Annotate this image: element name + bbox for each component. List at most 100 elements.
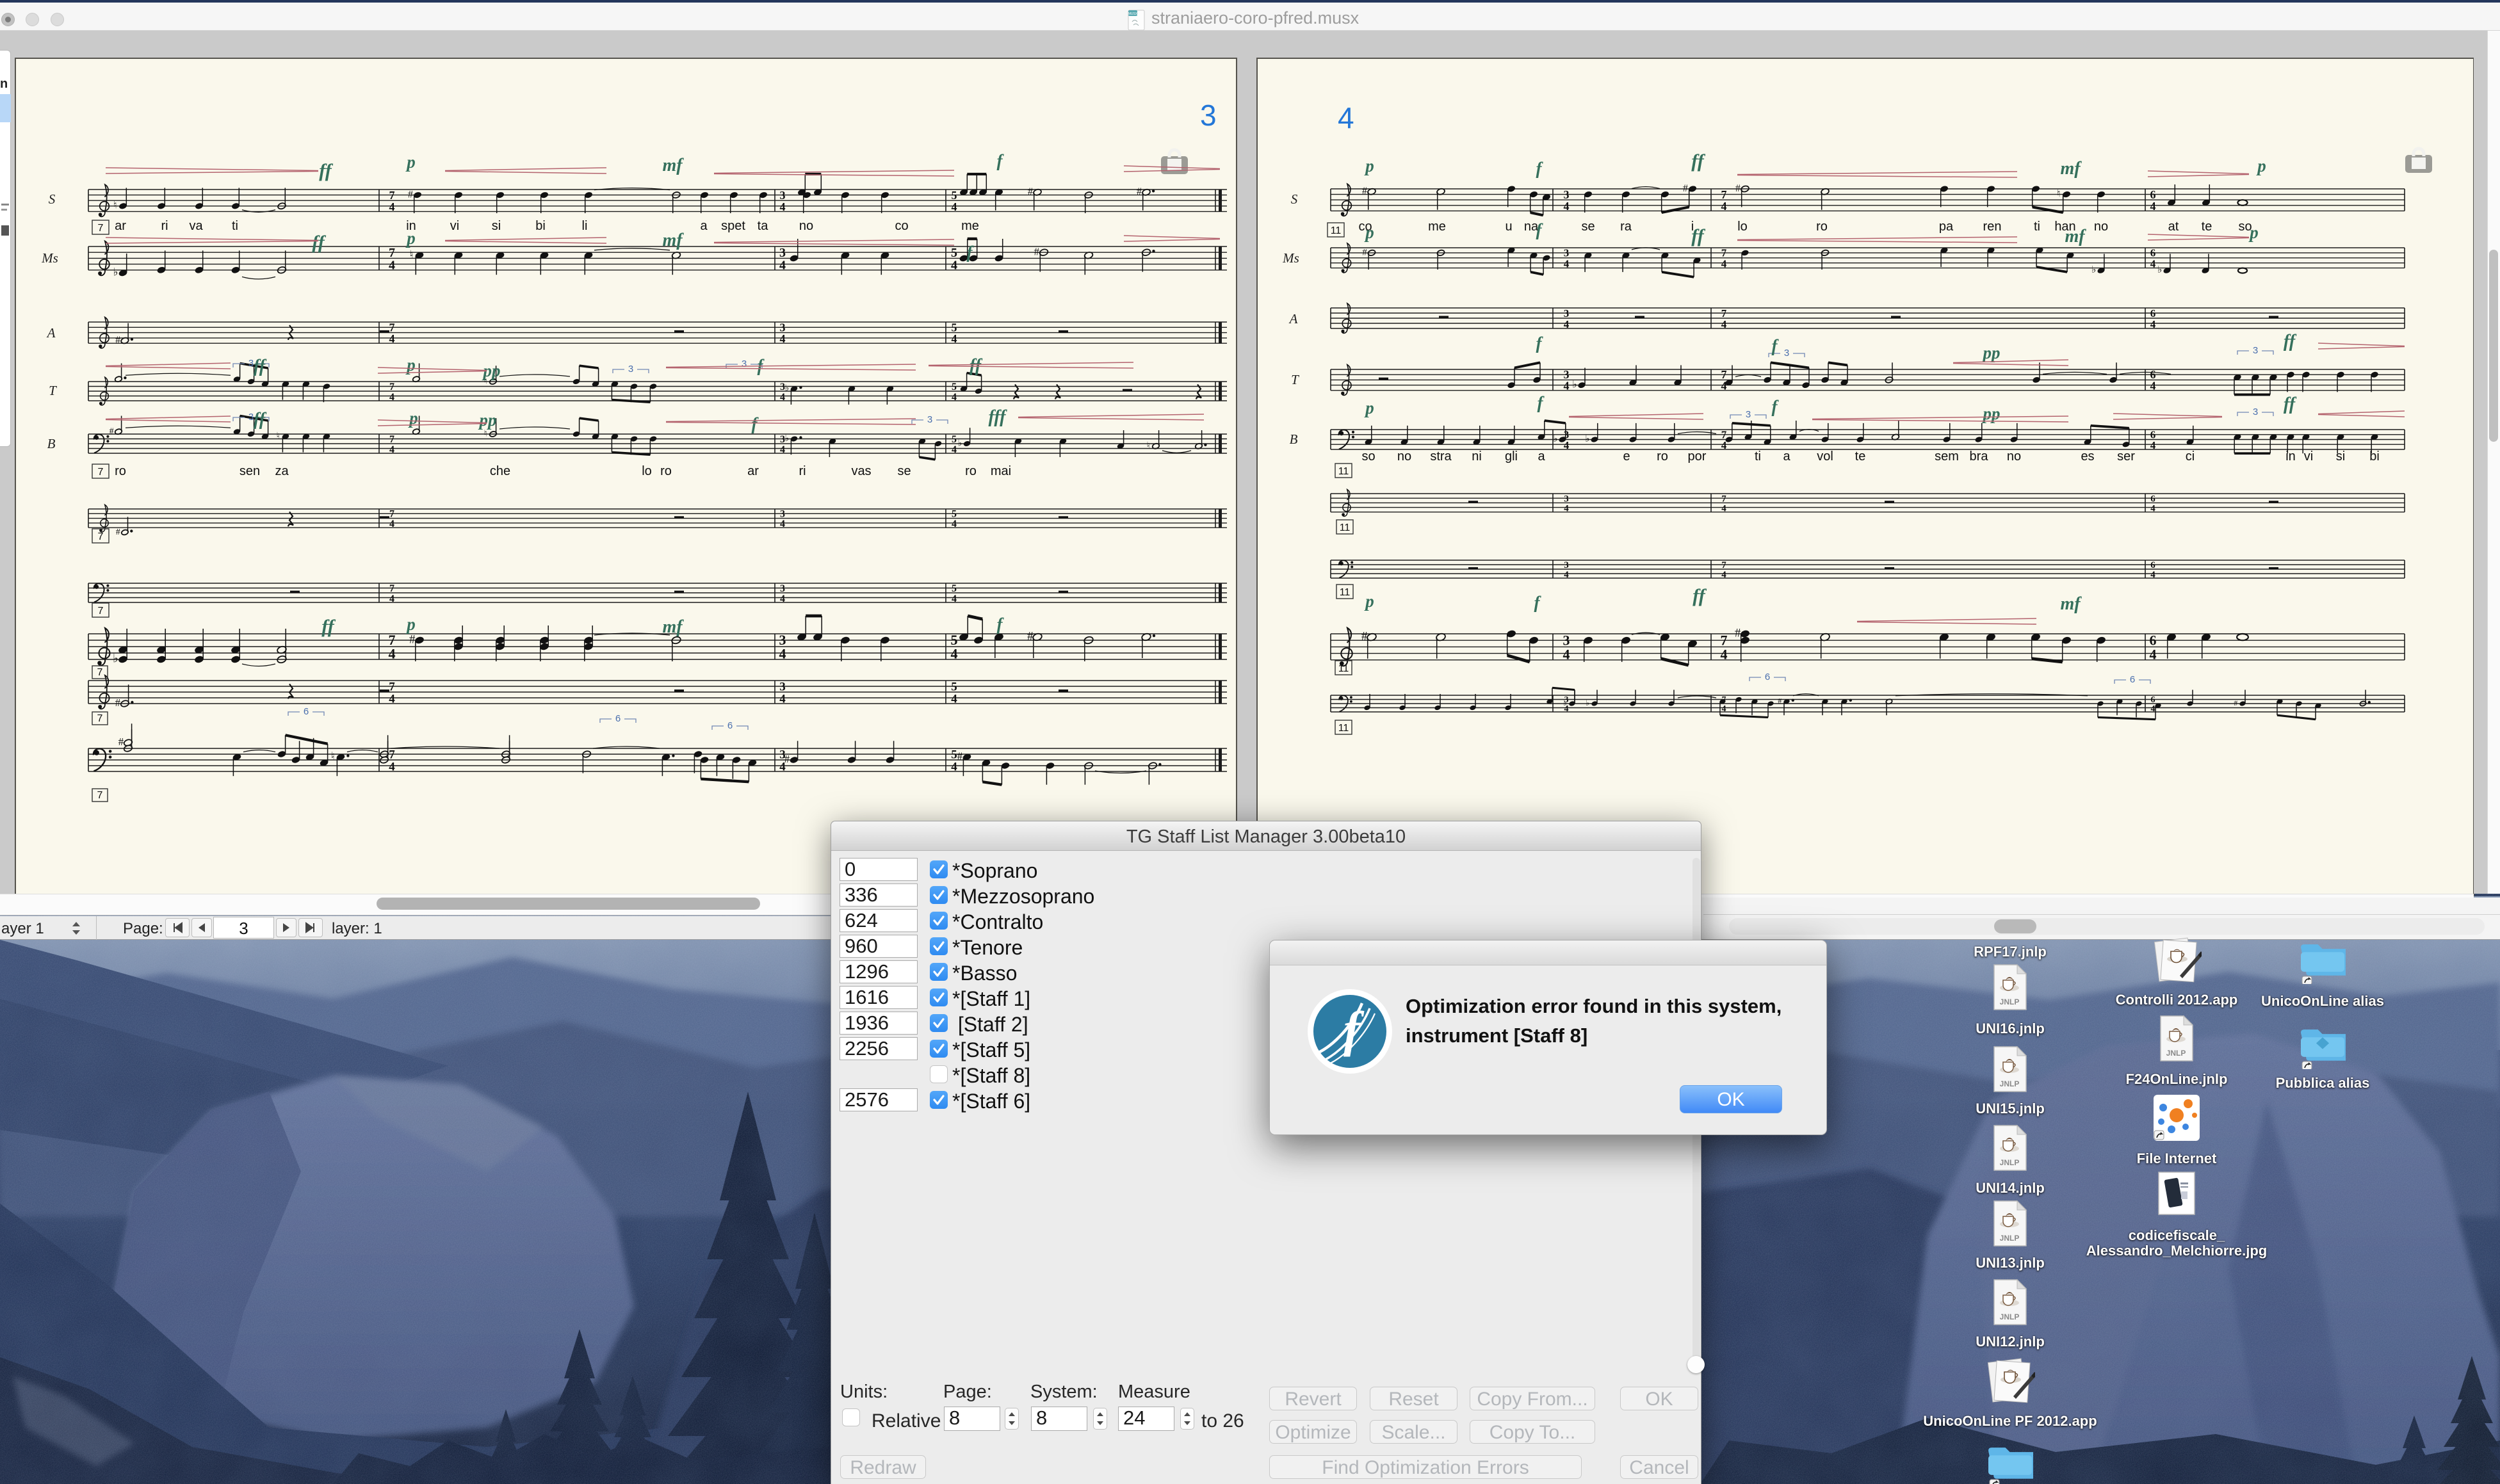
svg-text:ro: ro — [115, 464, 126, 478]
svg-text:♭: ♭ — [958, 439, 962, 448]
svg-text:p: p — [405, 615, 416, 634]
svg-text:4: 4 — [389, 332, 395, 345]
svg-text:11: 11 — [1338, 466, 1349, 477]
svg-text:3: 3 — [780, 189, 786, 202]
svg-text:ri: ri — [161, 219, 168, 233]
svg-text:4: 4 — [951, 761, 957, 774]
svg-text:6: 6 — [1765, 672, 1770, 682]
svg-text:e: e — [1623, 449, 1630, 464]
svg-text:se: se — [897, 464, 911, 478]
svg-text:4: 4 — [1563, 646, 1570, 662]
svg-text:te: te — [1855, 449, 1866, 464]
svg-text:4: 4 — [952, 593, 957, 604]
svg-text:p: p — [405, 152, 416, 172]
svg-text:li: li — [582, 219, 588, 233]
svg-text:co: co — [895, 219, 908, 233]
svg-text:ff: ff — [2284, 332, 2297, 351]
svg-text:vi: vi — [450, 219, 459, 233]
svg-text:4: 4 — [389, 519, 394, 529]
svg-text:6: 6 — [615, 713, 621, 724]
svg-text:p: p — [2256, 156, 2266, 175]
svg-text:♮: ♮ — [1147, 441, 1150, 451]
svg-text:pp: pp — [1982, 343, 2001, 362]
svg-text:mf: mf — [662, 156, 684, 175]
svg-text:stra: stra — [1430, 449, 1452, 464]
svg-text:7: 7 — [97, 790, 103, 801]
svg-text:4: 4 — [780, 332, 786, 345]
svg-text:11: 11 — [1340, 587, 1351, 598]
svg-text:4: 4 — [951, 693, 957, 706]
svg-text:#: # — [1362, 248, 1367, 258]
svg-text:#: # — [2234, 698, 2237, 707]
svg-text:5: 5 — [952, 434, 957, 445]
svg-text:4: 4 — [2151, 704, 2155, 714]
svg-text:♭: ♭ — [1553, 434, 1557, 444]
svg-text:#: # — [115, 335, 120, 346]
svg-text:pp: pp — [478, 410, 497, 430]
svg-text:che: che — [490, 464, 510, 478]
svg-text:7: 7 — [1721, 188, 1727, 201]
svg-text:mf: mf — [662, 230, 684, 250]
svg-text:#: # — [1778, 697, 1782, 706]
svg-text:p: p — [1364, 398, 1374, 417]
svg-text:va: va — [189, 219, 203, 233]
svg-text:4: 4 — [1721, 570, 1726, 580]
svg-text:vas: vas — [851, 464, 871, 478]
svg-text:4: 4 — [952, 519, 957, 529]
svg-text:ff: ff — [254, 357, 267, 376]
svg-text:7: 7 — [389, 509, 394, 520]
svg-text:no: no — [799, 219, 813, 233]
svg-text:3: 3 — [2253, 345, 2258, 356]
svg-text:7: 7 — [1721, 494, 1726, 504]
svg-text:ff: ff — [1691, 150, 1705, 172]
svg-text:7: 7 — [98, 223, 104, 234]
svg-text:mai: mai — [991, 464, 1011, 478]
svg-text:3: 3 — [628, 364, 633, 375]
svg-text:4: 4 — [1721, 646, 1728, 662]
svg-text:4: 4 — [779, 646, 786, 662]
svg-text:3: 3 — [780, 509, 785, 520]
svg-text:za: za — [275, 464, 289, 478]
svg-text:♮: ♮ — [410, 248, 414, 261]
svg-text:♮: ♮ — [484, 429, 487, 439]
svg-text:3: 3 — [248, 412, 254, 423]
svg-text:so: so — [1361, 449, 1375, 464]
svg-text:6: 6 — [2150, 494, 2155, 504]
svg-text:4: 4 — [2150, 200, 2156, 213]
svg-text:4: 4 — [1338, 101, 1354, 134]
svg-text:ren: ren — [1983, 220, 2002, 234]
svg-text:A: A — [1288, 311, 1298, 327]
svg-text:S: S — [1291, 191, 1298, 207]
svg-text:bi: bi — [2369, 449, 2380, 464]
svg-text:4: 4 — [779, 693, 786, 706]
svg-text:5: 5 — [952, 583, 957, 594]
svg-text:3: 3 — [1200, 99, 1217, 132]
svg-text:u: u — [1505, 220, 1512, 234]
svg-text:#: # — [1362, 186, 1367, 197]
svg-text:ar: ar — [115, 219, 126, 233]
svg-text:4: 4 — [2150, 380, 2156, 392]
svg-text:ri: ri — [799, 464, 806, 478]
svg-text:7: 7 — [98, 606, 104, 617]
svg-text:7: 7 — [98, 531, 104, 542]
svg-text:pa: pa — [1939, 220, 1954, 234]
svg-text:4: 4 — [1722, 704, 1726, 714]
svg-text:6: 6 — [304, 706, 309, 717]
svg-text:4: 4 — [780, 519, 785, 529]
svg-text:5: 5 — [952, 509, 957, 520]
svg-text:#: # — [116, 528, 120, 537]
svg-text:4: 4 — [1564, 318, 1570, 330]
svg-text:4: 4 — [1721, 200, 1727, 213]
svg-text:4: 4 — [1564, 504, 1569, 514]
svg-text:vi: vi — [2304, 449, 2313, 464]
svg-text:p: p — [405, 355, 416, 375]
svg-text:♭: ♭ — [2157, 265, 2162, 275]
svg-text:bra: bra — [1970, 449, 1989, 464]
svg-text:3: 3 — [780, 583, 785, 594]
svg-text:spet: spet — [721, 219, 745, 233]
svg-text:B: B — [1290, 431, 1298, 447]
svg-text:3: 3 — [248, 358, 254, 369]
svg-text:p: p — [1364, 156, 1374, 175]
svg-text:sen: sen — [239, 464, 260, 478]
svg-text:ff: ff — [2284, 394, 2297, 414]
